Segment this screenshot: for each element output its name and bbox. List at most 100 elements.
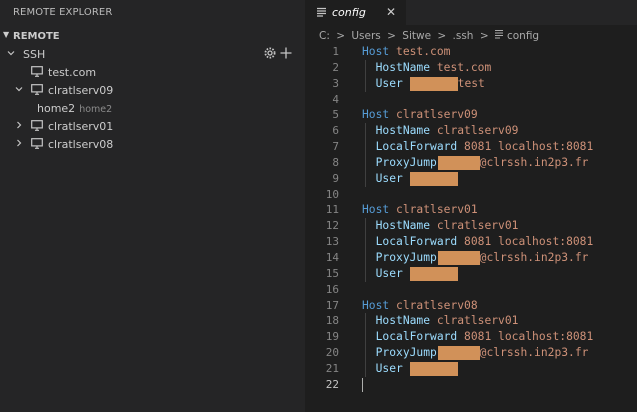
code-line[interactable]: 19 LocalForward 8081 localhost:8081 xyxy=(305,329,637,346)
value-token: 8081 localhost:8081 xyxy=(464,235,594,249)
property-token: ProxyJump xyxy=(375,155,437,169)
line-number: 3 xyxy=(332,76,339,90)
file-lines-icon xyxy=(494,29,503,39)
redacted-block xyxy=(409,266,458,281)
remote-section-header[interactable]: ▼ REMOTE xyxy=(0,28,305,45)
ssh-group-label: SSH xyxy=(23,48,46,61)
folder-row-home2[interactable]: home2 home2 xyxy=(0,99,305,117)
breadcrumb-item[interactable]: C: xyxy=(319,30,330,42)
code-line[interactable]: 10 xyxy=(305,187,637,203)
file-lines-icon xyxy=(317,7,326,17)
breadcrumb-item[interactable]: Users xyxy=(351,30,380,42)
host-row-clratlserv09[interactable]: clratlserv09 xyxy=(0,81,305,99)
code-line[interactable]: 7 LocalForward 8081 localhost:8081 xyxy=(305,139,637,155)
property-token: LocalForward xyxy=(375,330,458,344)
property-token: LocalForward xyxy=(375,140,458,154)
host-row-test-com[interactable]: test.com xyxy=(0,63,305,81)
code-line[interactable]: 11 Host clratlserv01 xyxy=(305,202,637,218)
line-number: 7 xyxy=(332,140,339,154)
monitor-icon xyxy=(31,120,43,131)
breadcrumb-item[interactable]: Sitwe xyxy=(402,30,431,42)
line-content: HostName test.com xyxy=(362,60,492,76)
value-token: @clrssh.in2p3.fr xyxy=(479,250,589,264)
chevron-right-icon xyxy=(17,121,22,129)
code-line[interactable]: 14 ProxyJump @clrssh.in2p3.fr xyxy=(305,249,637,266)
line-number: 11 xyxy=(325,203,339,217)
line-content: User xyxy=(362,266,458,282)
code-line[interactable]: 12 HostName clratlserv01 xyxy=(305,218,637,235)
code-editor[interactable]: 1 Host test.com 2 HostName test.com 3 User … xyxy=(305,44,637,393)
code-line[interactable]: 8 ProxyJump @clrssh.in2p3.fr xyxy=(305,154,637,171)
redacted-block xyxy=(409,76,458,91)
host-row-clratlserv01[interactable]: clratlserv01 xyxy=(0,117,305,135)
chevron-down-icon xyxy=(15,87,23,92)
host-row-clratlserv08[interactable]: clratlserv08 xyxy=(0,135,305,153)
line-number: 9 xyxy=(332,171,339,185)
line-number: 18 xyxy=(325,314,339,328)
code-line[interactable]: 15 User xyxy=(305,265,637,282)
code-line[interactable]: 16 xyxy=(305,282,637,298)
breadcrumb-item[interactable]: config xyxy=(507,30,539,42)
line-content: User xyxy=(362,361,458,377)
code-line[interactable]: 13 LocalForward 8081 localhost:8081 xyxy=(305,234,637,250)
monitor-icon xyxy=(31,138,43,149)
property-token: User xyxy=(375,171,403,185)
remote-explorer-sidebar: REMOTE EXPLORER ▼ REMOTE SSH test.com cl… xyxy=(0,0,305,412)
code-line[interactable]: 5 Host clratlserv09 xyxy=(305,107,637,123)
keyword-token: Host xyxy=(362,108,390,122)
property-token: HostName xyxy=(375,219,431,233)
tab-bar: config ✕ xyxy=(305,0,637,25)
line-content: Host test.com xyxy=(362,44,450,60)
line-content: LocalForward 8081 localhost:8081 xyxy=(362,329,594,345)
sidebar-title: REMOTE EXPLORER xyxy=(13,7,113,18)
line-content: Host clratlserv08 xyxy=(362,298,478,314)
line-number: 1 xyxy=(332,45,339,58)
value-token: clratlserv09 xyxy=(396,108,478,122)
code-line[interactable]: 20 ProxyJump @clrssh.in2p3.fr xyxy=(305,345,637,361)
code-line[interactable]: 21 User xyxy=(305,360,637,377)
line-number: 21 xyxy=(325,361,339,375)
code-line[interactable]: 1 Host test.com xyxy=(305,44,637,60)
code-line[interactable]: 3 User test xyxy=(305,75,637,92)
breadcrumb-item[interactable]: .ssh xyxy=(453,30,474,42)
value-token: 8081 localhost:8081 xyxy=(464,330,594,344)
line-content: LocalForward 8081 localhost:8081 xyxy=(362,139,594,155)
code-line[interactable]: 6 HostName clratlserv09 xyxy=(305,123,637,140)
keyword-token: Host xyxy=(362,298,390,312)
add-icon[interactable] xyxy=(279,46,293,60)
line-number: 5 xyxy=(332,108,339,122)
property-token: User xyxy=(375,266,403,280)
monitor-icon xyxy=(31,84,43,95)
code-line[interactable]: 4 xyxy=(305,92,637,108)
value-token: test.com xyxy=(436,60,492,74)
chevron-down-icon: ▼ xyxy=(3,30,10,39)
redacted-block xyxy=(409,171,458,186)
value-token: clratlserv08 xyxy=(396,298,478,312)
value-token: test.com xyxy=(396,45,451,58)
property-token: LocalForward xyxy=(375,235,458,249)
chevron-down-icon xyxy=(7,51,15,56)
breadcrumb-separator: > xyxy=(387,30,396,42)
code-line[interactable]: 17 Host clratlserv08 xyxy=(305,298,637,314)
line-content: Host clratlserv01 xyxy=(362,202,478,218)
code-line[interactable]: 22 xyxy=(305,377,637,393)
value-token: test xyxy=(457,76,485,90)
code-line[interactable]: 9 User xyxy=(305,170,637,187)
value-token: @clrssh.in2p3.fr xyxy=(479,155,589,169)
property-token: ProxyJump xyxy=(375,250,437,264)
code-line[interactable]: 18 HostName clratlserv01 xyxy=(305,313,637,330)
tab-config[interactable]: config ✕ xyxy=(305,0,406,25)
line-number: 8 xyxy=(332,155,339,169)
property-token: User xyxy=(375,361,403,375)
redacted-block xyxy=(437,346,480,361)
code-line[interactable]: 2 HostName test.com xyxy=(305,59,637,76)
line-content: LocalForward 8081 localhost:8081 xyxy=(362,234,594,250)
ssh-group-row[interactable]: SSH xyxy=(0,45,305,63)
keyword-token: Host xyxy=(362,203,390,217)
redacted-block xyxy=(437,250,480,265)
monitor-icon xyxy=(31,66,43,77)
settings-gear-icon[interactable] xyxy=(263,46,277,60)
breadcrumb-separator: > xyxy=(336,30,346,42)
close-icon[interactable]: ✕ xyxy=(386,5,396,19)
value-token: clratlserv01 xyxy=(436,219,519,233)
